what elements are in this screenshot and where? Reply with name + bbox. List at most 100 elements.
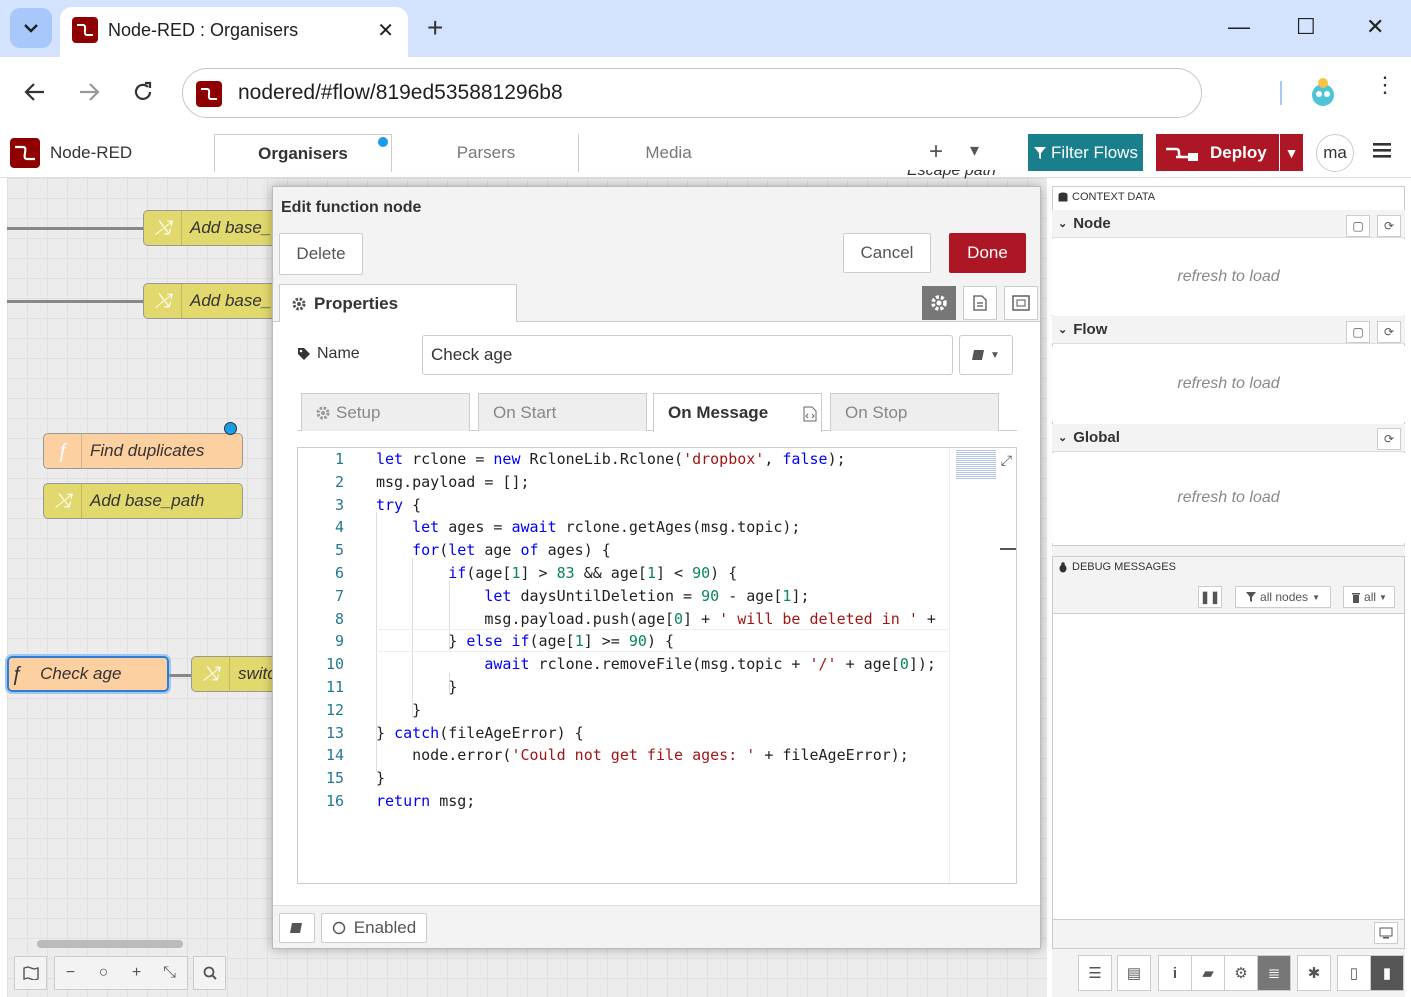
code-editor[interactable]: 1 2 3 4 5 6 7 8 9 10 11 12 13 14 15 16 let rclone = new… [297,447,1017,884]
tab-media[interactable]: Media [578,134,758,172]
search-button[interactable] [193,956,226,990]
code-line: if(age[1] > 83 && age[1] < 90) { [448,564,738,582]
library-button[interactable]: ▼ [959,335,1013,375]
back-icon[interactable] [24,81,46,103]
changed-indicator [224,422,237,435]
refresh-global-context-icon[interactable]: ⟳ [1377,428,1401,450]
help-book-button[interactable] [279,913,315,943]
selected-function-node[interactable]: ƒ Check age [5,654,171,694]
tab-parsers[interactable]: Parsers [396,134,576,172]
close-tab-icon[interactable]: ✕ [377,18,394,43]
zoom-in-button[interactable]: + [120,956,153,990]
browser-tab-title: Node-RED : Organisers [108,20,299,40]
tab-label: Parsers [456,143,516,162]
global-context-empty: refresh to load [1052,453,1405,543]
url-text: nodered/#flow/819ed535881296b8 [238,81,563,104]
node-description-button[interactable] [963,286,997,320]
gear-icon[interactable]: ⚙ [1224,955,1258,991]
delete-button[interactable]: Delete [279,233,363,275]
sidebar-toggle-icon[interactable]: ▮ [1370,955,1404,991]
add-flow-button[interactable]: + [929,138,943,166]
book-icon[interactable]: ▰ [1191,955,1225,991]
change-node[interactable]: ⤨ Add base_ [143,210,283,246]
forward-icon[interactable] [78,81,100,103]
browser-tab[interactable]: Node-RED : Organisers ✕ [60,7,408,57]
context-panel-header: CONTEXT DATA [1058,191,1155,203]
line-number: 10 [325,655,344,674]
tab-on-start[interactable]: On Start [478,393,647,431]
code-line: } [376,700,422,719]
cancel-button[interactable]: Cancel [843,233,931,273]
refresh-flow-context-icon[interactable]: ⟳ [1377,321,1401,343]
zoom-reset-button[interactable]: ○ [87,956,120,990]
database-icon[interactable]: ≣ [1257,955,1291,991]
reload-icon[interactable] [132,81,154,103]
zoom-fit-button[interactable]: ⤡ [153,956,186,990]
line-number: 3 [334,495,344,514]
navigator-button[interactable] [14,956,47,990]
node-properties-button[interactable] [922,286,956,320]
change-node[interactable]: ⤨ Add base_ [143,283,283,319]
circle-icon [332,921,345,935]
node-label: Add base_ [190,218,272,237]
copy-context-button[interactable]: ▢ [1346,321,1370,343]
file-icon [973,295,987,311]
node-appearance-button[interactable] [1004,286,1038,320]
context-section-global[interactable]: ⌄ Global [1052,424,1405,452]
line-number: 5 [334,541,344,560]
close-window-button[interactable]: ✕ [1366,14,1384,40]
debug-footer [1052,919,1405,949]
expand-editor-icon[interactable]: ⤢ [1001,452,1012,469]
sidebar-tab-bar: ☰ ▤ i ▰ ⚙ ≣ ✱ ▯ ▮ [1075,955,1405,993]
switch-node[interactable]: ⤨ switc [191,656,281,692]
list-flows-button[interactable]: ▾ [970,140,979,161]
canvas-scrollbar[interactable] [37,940,183,948]
clear-debug-button[interactable]: all ▼ [1343,586,1395,608]
extension-icon[interactable] [1309,77,1337,109]
enabled-label: Enabled [353,918,417,937]
enabled-toggle[interactable]: Enabled [321,913,427,943]
new-tab-button[interactable]: + [427,12,443,44]
info-icon[interactable]: i [1158,955,1192,991]
outline-icon[interactable]: ☰ [1078,955,1112,991]
function-node[interactable]: ƒ Find duplicates [43,433,243,469]
main-menu-icon[interactable] [1373,142,1391,158]
template-icon[interactable]: ▤ [1117,955,1151,991]
refresh-node-context-icon[interactable]: ⟳ [1377,215,1401,237]
maximize-button[interactable]: ☐ [1296,14,1316,40]
changed-indicator [378,137,388,147]
code-line: try { [376,495,422,514]
copy-context-button[interactable]: ▢ [1346,215,1370,237]
tab-search-button[interactable] [10,8,52,48]
code-line: node.error('Could not get file ages: ' +… [376,746,909,765]
filter-flows-button[interactable]: Filter Flows [1028,134,1143,171]
tab-on-stop[interactable]: On Stop [830,393,999,431]
tab-label: Organisers [258,143,348,163]
split-view-icon[interactable]: ▯ [1337,955,1371,991]
user-avatar[interactable]: ma [1316,134,1354,172]
bug-icon[interactable]: ✱ [1297,955,1331,991]
change-node[interactable]: ⤨ Add base_path [43,483,243,519]
deploy-menu-icon[interactable]: ▼ [1279,134,1303,171]
open-debug-window-icon[interactable] [1374,922,1398,944]
bug-icon [1059,561,1067,572]
tab-properties[interactable]: Properties [279,284,517,322]
name-field-label: Name [297,345,360,363]
address-bar[interactable]: nodered/#flow/819ed535881296b8 [182,68,1202,118]
node-label: Add base_ [190,291,272,310]
debug-filter-select[interactable]: all nodes ▼ [1235,586,1331,608]
done-button[interactable]: Done [949,233,1026,273]
tab-organisers[interactable]: Organisers [214,134,392,172]
tab-setup[interactable]: Setup [301,393,470,431]
minimize-button[interactable]: — [1228,14,1250,40]
name-input[interactable]: Check age [422,335,953,375]
zoom-out-button[interactable]: − [54,956,87,990]
tab-on-message[interactable]: On Message [653,393,822,432]
code-file-icon [803,406,817,422]
pause-debug-button[interactable]: ❚❚ [1198,586,1222,608]
deploy-button[interactable]: Deploy ▼ [1156,134,1303,171]
code-line: for(let age of ages) { [412,541,611,560]
site-info-icon[interactable] [196,81,222,107]
chevron-down-icon: ⌄ [1058,432,1068,444]
browser-menu-icon[interactable]: ⋮ [1374,74,1396,96]
